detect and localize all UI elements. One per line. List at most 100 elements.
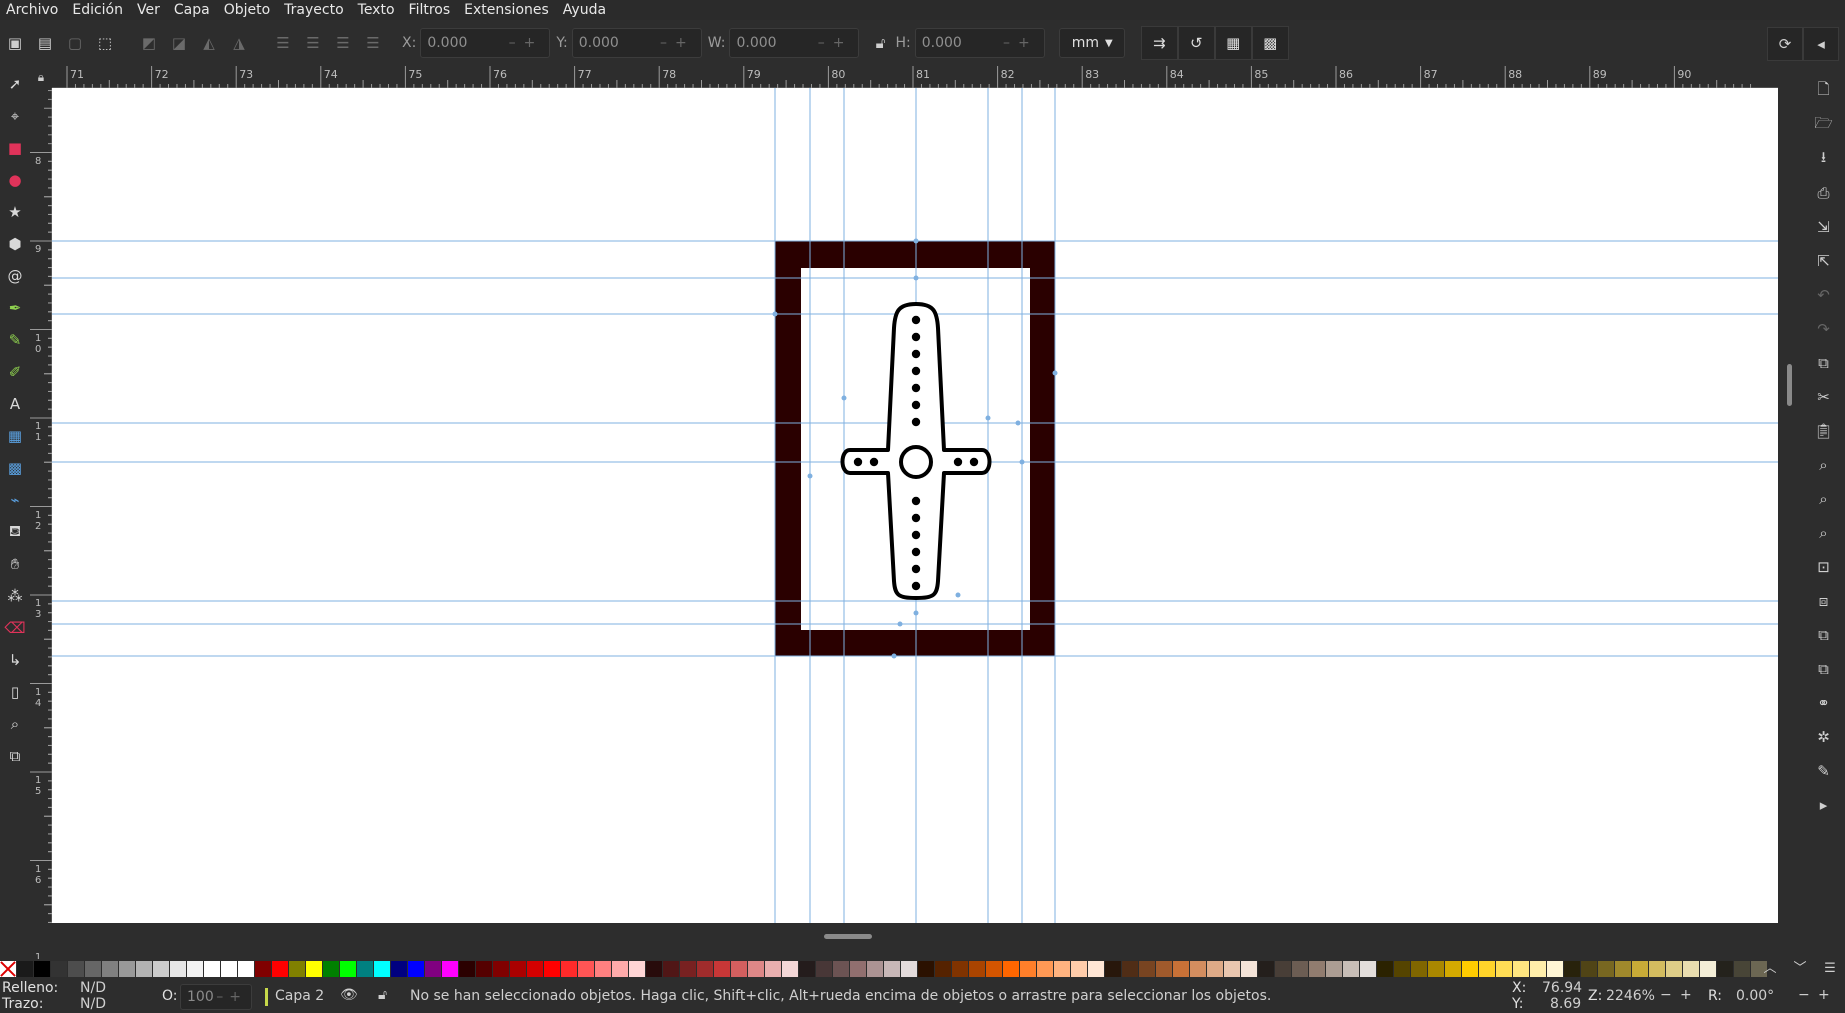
- spray-tool-icon[interactable]: ⁂: [2, 580, 28, 612]
- palette-scroll-up-icon[interactable]: ︿: [1755, 959, 1785, 979]
- hole-dot[interactable]: [911, 496, 921, 506]
- menu-ver[interactable]: Ver: [131, 0, 168, 20]
- color-swatch[interactable]: [629, 961, 645, 977]
- color-swatch[interactable]: [1173, 961, 1189, 977]
- color-swatch[interactable]: [1309, 961, 1325, 977]
- tweak-tool-icon[interactable]: ✋︎: [2, 548, 28, 580]
- guide-handle[interactable]: [955, 592, 961, 598]
- color-swatch[interactable]: [204, 961, 220, 977]
- menu-filtros[interactable]: Filtros: [403, 0, 459, 20]
- color-swatch[interactable]: [1003, 961, 1019, 977]
- color-swatch[interactable]: [1360, 961, 1376, 977]
- guide-handle[interactable]: [891, 653, 897, 659]
- edit-icon[interactable]: ✎: [1806, 754, 1842, 788]
- opacity-input[interactable]: 100 –+: [180, 984, 252, 1010]
- color-swatch[interactable]: [1326, 961, 1342, 977]
- redo-icon[interactable]: ↷: [1806, 312, 1842, 346]
- color-swatch[interactable]: [187, 961, 203, 977]
- color-swatch[interactable]: [1054, 961, 1070, 977]
- ellipse-tool-icon[interactable]: ●: [2, 164, 28, 196]
- color-swatch[interactable]: [1088, 961, 1104, 977]
- eraser-tool-icon[interactable]: ⌫: [2, 612, 28, 644]
- zoom-drawing-icon[interactable]: ⌕: [1806, 482, 1842, 516]
- vertical-ruler[interactable]: 891 01 11 21 31 41 51 61: [30, 88, 52, 963]
- color-swatch[interactable]: [323, 961, 339, 977]
- hole-dot[interactable]: [911, 332, 921, 342]
- rotate-minus-icon[interactable]: −: [1798, 987, 1810, 1003]
- color-swatch[interactable]: [918, 961, 934, 977]
- color-swatch[interactable]: [1462, 961, 1478, 977]
- zoom-page-icon[interactable]: ⌕: [1806, 516, 1842, 550]
- new-document-icon[interactable]: 🗋: [1806, 74, 1842, 108]
- color-swatch[interactable]: [1343, 961, 1359, 977]
- 3dbox-tool-icon[interactable]: ⬢: [2, 228, 28, 260]
- hole-dot[interactable]: [911, 383, 921, 393]
- scale-stroke-icon[interactable]: ⇉: [1140, 26, 1178, 60]
- horizontal-scroll-thumb[interactable]: [824, 934, 872, 939]
- select-all-icon[interactable]: ▣: [0, 28, 30, 58]
- export-icon[interactable]: ⇱: [1806, 244, 1842, 278]
- menu-ayuda[interactable]: Ayuda: [557, 0, 614, 20]
- menu-archivo[interactable]: Archivo: [0, 0, 66, 20]
- no-paint-swatch[interactable]: [0, 961, 16, 977]
- color-swatch[interactable]: [680, 961, 696, 977]
- hole-dot[interactable]: [911, 530, 921, 540]
- color-swatch[interactable]: [238, 961, 254, 977]
- rotation-value[interactable]: 0.00°: [1736, 988, 1774, 1004]
- color-swatch[interactable]: [1258, 961, 1274, 977]
- guide-handle[interactable]: [1019, 459, 1025, 465]
- move-patterns-icon[interactable]: ▩: [1251, 26, 1289, 60]
- gradient-tool-icon[interactable]: ▦: [2, 420, 28, 452]
- import-icon[interactable]: ⇲: [1806, 210, 1842, 244]
- layer-visibility-icon[interactable]: 👁︎: [340, 987, 358, 1003]
- color-swatch[interactable]: [272, 961, 288, 977]
- color-swatch[interactable]: [1683, 961, 1699, 977]
- horizontal-scrollbar[interactable]: [52, 923, 1778, 949]
- guide-handle[interactable]: [985, 415, 991, 421]
- hole-dot[interactable]: [911, 547, 921, 557]
- color-swatch[interactable]: [510, 961, 526, 977]
- color-swatch[interactable]: [986, 961, 1002, 977]
- h-stepper[interactable]: –+: [1003, 35, 1038, 51]
- node-tool-icon[interactable]: ⌖: [2, 100, 28, 132]
- current-layer[interactable]: Capa 2: [275, 988, 324, 1004]
- h-input[interactable]: 0.000 –+: [914, 28, 1045, 58]
- color-swatch[interactable]: [255, 961, 271, 977]
- guide-handle[interactable]: [1052, 370, 1058, 376]
- hole-dot[interactable]: [911, 366, 921, 376]
- dropper-tool-icon[interactable]: ⌁: [2, 484, 28, 516]
- color-swatch[interactable]: [1037, 961, 1053, 977]
- zoom-tool-icon[interactable]: ⌕: [2, 708, 28, 740]
- color-swatch[interactable]: [816, 961, 832, 977]
- zoom-value[interactable]: 2246%: [1606, 988, 1655, 1004]
- pages-tool-icon[interactable]: ▯: [2, 676, 28, 708]
- color-swatch[interactable]: [1649, 961, 1665, 977]
- star-tool-icon[interactable]: ★: [2, 196, 28, 228]
- color-swatch[interactable]: [850, 961, 866, 977]
- color-swatch[interactable]: [85, 961, 101, 977]
- move-gradients-icon[interactable]: ▦: [1214, 26, 1252, 60]
- rect-tool-icon[interactable]: ■: [2, 132, 28, 164]
- color-swatch[interactable]: [1598, 961, 1614, 977]
- color-swatch[interactable]: [374, 961, 390, 977]
- flip-horizontal-icon[interactable]: ◭: [194, 28, 224, 58]
- color-swatch[interactable]: [952, 961, 968, 977]
- open-icon[interactable]: 🗁: [1806, 108, 1842, 142]
- group-icon[interactable]: ⚭: [1806, 686, 1842, 720]
- color-swatch[interactable]: [833, 961, 849, 977]
- raise-to-top-icon[interactable]: ☰: [268, 28, 298, 58]
- color-swatch[interactable]: [119, 961, 135, 977]
- unit-select[interactable]: mm ▼: [1058, 28, 1125, 58]
- measure-tool-icon[interactable]: ⧉: [2, 740, 28, 772]
- deselect-icon[interactable]: ▢: [60, 28, 90, 58]
- hole-dot[interactable]: [853, 457, 863, 467]
- undo-icon[interactable]: ↶: [1806, 278, 1842, 312]
- color-swatch[interactable]: [1105, 961, 1121, 977]
- color-swatch[interactable]: [493, 961, 509, 977]
- color-swatch[interactable]: [1122, 961, 1138, 977]
- color-swatch[interactable]: [408, 961, 424, 977]
- raise-icon[interactable]: ☰: [298, 28, 328, 58]
- color-swatch[interactable]: [459, 961, 475, 977]
- color-swatch[interactable]: [578, 961, 594, 977]
- color-swatch[interactable]: [1190, 961, 1206, 977]
